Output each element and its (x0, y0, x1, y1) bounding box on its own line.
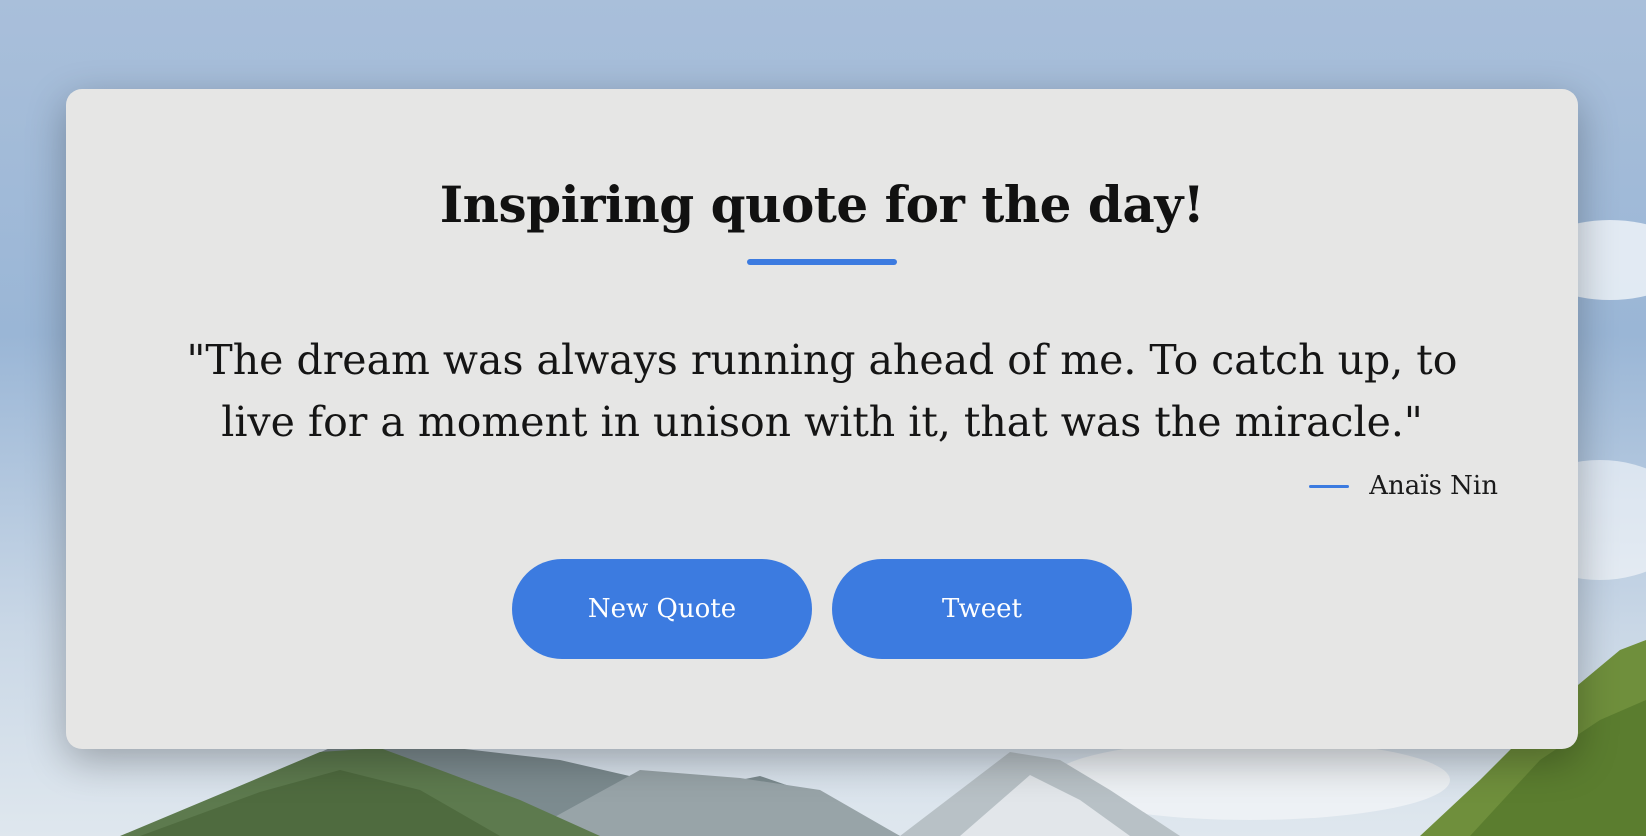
author-line: Anaïs Nin (1309, 471, 1498, 501)
quote-card: Inspiring quote for the day! "The dream … (66, 89, 1578, 749)
quote-text: "The dream was always running ahead of m… (186, 336, 1458, 446)
page-title: Inspiring quote for the day! (439, 175, 1205, 234)
button-group: New Quote Tweet (66, 559, 1578, 659)
author-name: Anaïs Nin (1369, 471, 1498, 501)
title-underline (747, 259, 897, 265)
tweet-button[interactable]: Tweet (832, 559, 1132, 659)
new-quote-button[interactable]: New Quote (512, 559, 812, 659)
author-dash (1309, 484, 1350, 488)
